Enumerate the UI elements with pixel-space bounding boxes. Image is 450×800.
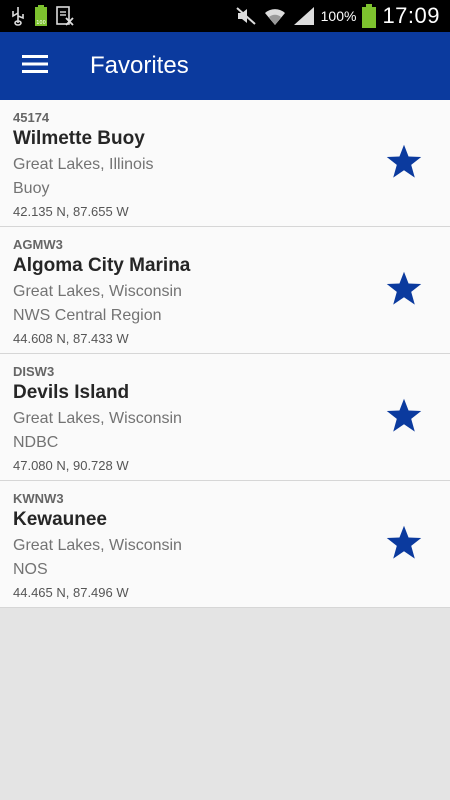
station-name: Wilmette Buoy [13, 128, 145, 149]
station-name: Algoma City Marina [13, 255, 191, 276]
wifi-icon [263, 5, 287, 27]
station-code: 45174 [13, 110, 50, 125]
station-coordinates: 42.135 N, 87.655 W [13, 204, 129, 219]
station-owner: NWS Central Region [13, 307, 162, 324]
star-icon [386, 144, 422, 178]
favorites-list: 45174 Wilmette Buoy Great Lakes, Illinoi… [0, 100, 450, 608]
battery-percent: 100% [320, 8, 357, 24]
station-region: Great Lakes, Wisconsin [13, 283, 182, 300]
station-name: Kewaunee [13, 509, 107, 530]
favorite-item[interactable]: AGMW3 Algoma City Marina Great Lakes, Wi… [0, 227, 450, 354]
star-icon [386, 271, 422, 305]
menu-button[interactable] [20, 52, 50, 80]
signal-icon [293, 6, 315, 26]
station-owner: NOS [13, 561, 48, 578]
favorite-star-button[interactable] [384, 269, 424, 309]
station-name: Devils Island [13, 382, 130, 403]
favorite-star-button[interactable] [384, 523, 424, 563]
favorite-item[interactable]: KWNW3 Kewaunee Great Lakes, Wisconsin NO… [0, 481, 450, 608]
station-region: Great Lakes, Illinois [13, 156, 154, 173]
station-code: DISW3 [13, 364, 55, 379]
mute-icon [235, 6, 257, 26]
hamburger-menu-icon [22, 54, 48, 79]
svg-text:100: 100 [36, 20, 46, 26]
battery-small-icon: 100 [34, 5, 48, 27]
station-region: Great Lakes, Wisconsin [13, 537, 182, 554]
favorite-star-button[interactable] [384, 396, 424, 436]
battery-icon [362, 4, 377, 28]
clock: 17:09 [382, 3, 440, 28]
status-bar: 100 100% 17:09 [0, 0, 450, 32]
app-bar: Favorites [0, 32, 450, 100]
star-icon [386, 525, 422, 559]
favorite-star-button[interactable] [384, 142, 424, 182]
station-region: Great Lakes, Wisconsin [13, 410, 182, 427]
usb-icon [10, 6, 26, 26]
page-title: Favorites [90, 52, 189, 79]
star-icon [386, 398, 422, 432]
station-coordinates: 47.080 N, 90.728 W [13, 458, 129, 473]
station-coordinates: 44.465 N, 87.496 W [13, 585, 129, 600]
favorite-item[interactable]: DISW3 Devils Island Great Lakes, Wiscons… [0, 354, 450, 481]
favorite-item[interactable]: 45174 Wilmette Buoy Great Lakes, Illinoi… [0, 100, 450, 227]
station-code: KWNW3 [13, 491, 64, 506]
station-owner: NDBC [13, 434, 59, 451]
screenshot-icon [56, 6, 74, 26]
station-owner: Buoy [13, 180, 50, 197]
station-code: AGMW3 [13, 237, 63, 252]
station-coordinates: 44.608 N, 87.433 W [13, 331, 129, 346]
